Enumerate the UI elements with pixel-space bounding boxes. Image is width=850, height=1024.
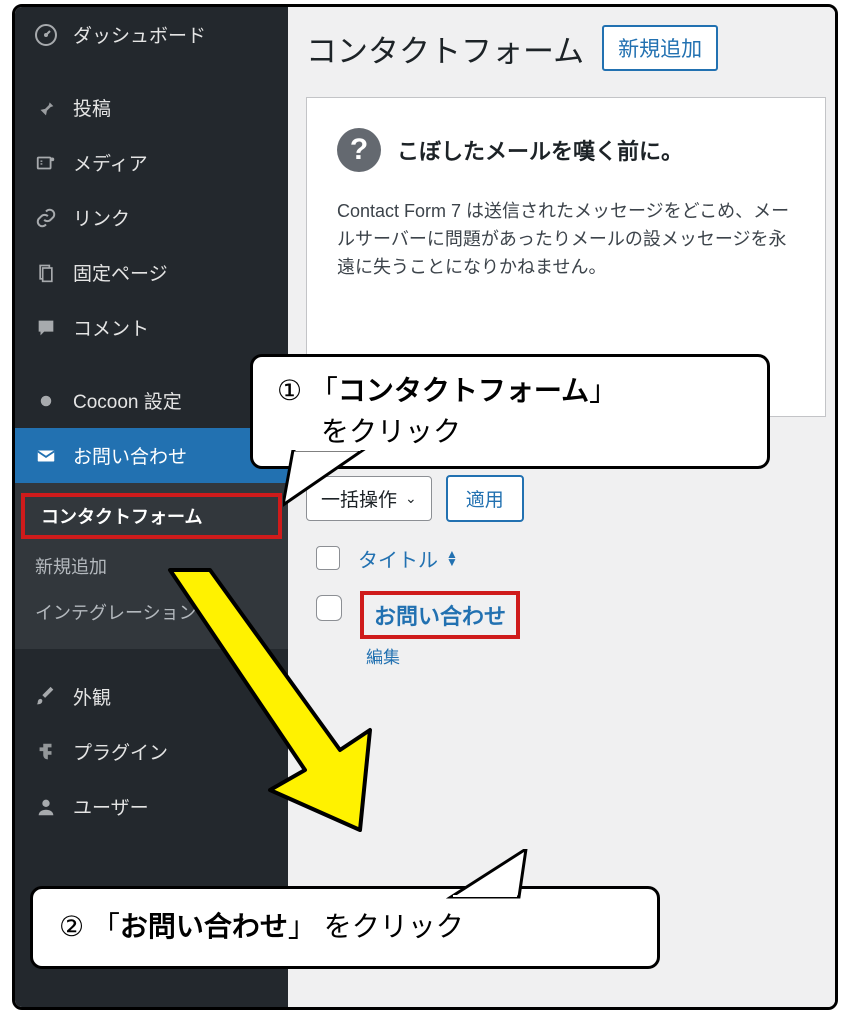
sidebar-item-contact[interactable]: お問い合わせ <box>15 428 288 483</box>
apply-button[interactable]: 適用 <box>446 475 524 522</box>
chevron-down-icon: ⌄ <box>405 490 417 507</box>
sidebar-item-links[interactable]: リンク <box>15 190 288 245</box>
sidebar-item-media[interactable]: メディア <box>15 135 288 190</box>
callout-bold: お問い合わせ <box>120 911 288 942</box>
sidebar-item-dashboard[interactable]: ダッシュボード <box>15 7 288 62</box>
sidebar-item-label: 固定ページ <box>73 259 168 286</box>
callout-text: 「 <box>310 375 338 406</box>
sidebar-item-label: コメント <box>73 314 149 341</box>
callout-text: 」 <box>288 911 316 942</box>
annotation-arrow-icon <box>140 560 400 860</box>
brush-icon <box>33 684 59 710</box>
sidebar-item-label: 外観 <box>73 683 111 710</box>
sidebar-item-comments[interactable]: コメント <box>15 300 288 355</box>
speech-tail-icon <box>283 450 373 510</box>
media-icon <box>33 150 59 176</box>
callout-text: 」 <box>589 375 617 406</box>
sort-icon: ▲▼ <box>446 550 458 566</box>
annotation-callout-1: ① 「コンタクトフォーム」 をクリック <box>250 354 770 469</box>
annotation-callout-2: ② 「お問い合わせ」 をクリック <box>30 886 660 969</box>
notice-header: ? こぼしたメールを嘆く前に。 <box>337 128 803 172</box>
plugin-icon <box>33 739 59 765</box>
sidebar-item-pages[interactable]: 固定ページ <box>15 245 288 300</box>
callout-number: ② <box>59 907 84 948</box>
speech-tail-icon <box>441 849 531 899</box>
page-icon <box>33 260 59 286</box>
notice-title: こぼしたメールを嘆く前に。 <box>397 134 683 166</box>
user-icon <box>33 794 59 820</box>
sidebar-item-cocoon[interactable]: Cocoon 設定 <box>15 373 288 428</box>
link-icon <box>33 205 59 231</box>
callout-text: をクリック <box>321 412 461 453</box>
subitem-contact-forms[interactable]: コンタクトフォーム <box>21 493 282 539</box>
callout-text: をクリック <box>324 911 464 942</box>
subitem-label: コンタクトフォーム <box>41 507 202 527</box>
sidebar-item-label: ユーザー <box>73 793 149 820</box>
dashboard-icon <box>33 22 59 48</box>
sidebar-item-label: メディア <box>73 149 148 176</box>
comment-icon <box>33 315 59 341</box>
mail-icon <box>33 443 59 469</box>
sidebar-item-posts[interactable]: 投稿 <box>15 80 288 135</box>
callout-number: ① <box>277 371 302 412</box>
sidebar-item-label: 投稿 <box>73 94 111 121</box>
sidebar-item-label: お問い合わせ <box>73 442 187 469</box>
subitem-label: 新規追加 <box>35 557 107 577</box>
question-icon: ? <box>337 128 381 172</box>
page-header: コンタクトフォーム 新規追加 <box>306 25 835 71</box>
bulk-actions-row: 一括操作 ⌄ 適用 <box>306 475 835 522</box>
dot-icon <box>33 388 59 414</box>
sidebar-item-label: ダッシュボード <box>73 21 206 48</box>
app-frame: ダッシュボード 投稿 メディア リンク 固定ページ <box>12 4 838 1010</box>
add-new-button[interactable]: 新規追加 <box>602 25 718 71</box>
callout-bold: コンタクトフォーム <box>338 375 589 406</box>
pin-icon <box>33 95 59 121</box>
notice-body: Contact Form 7 は送信されたメッセージをどこめ、メールサーバーに問… <box>337 198 803 282</box>
callout-text: 「 <box>92 911 120 942</box>
sidebar-item-label: Cocoon 設定 <box>73 387 182 414</box>
sidebar-item-label: リンク <box>73 204 130 231</box>
page-title: コンタクトフォーム <box>306 26 584 71</box>
